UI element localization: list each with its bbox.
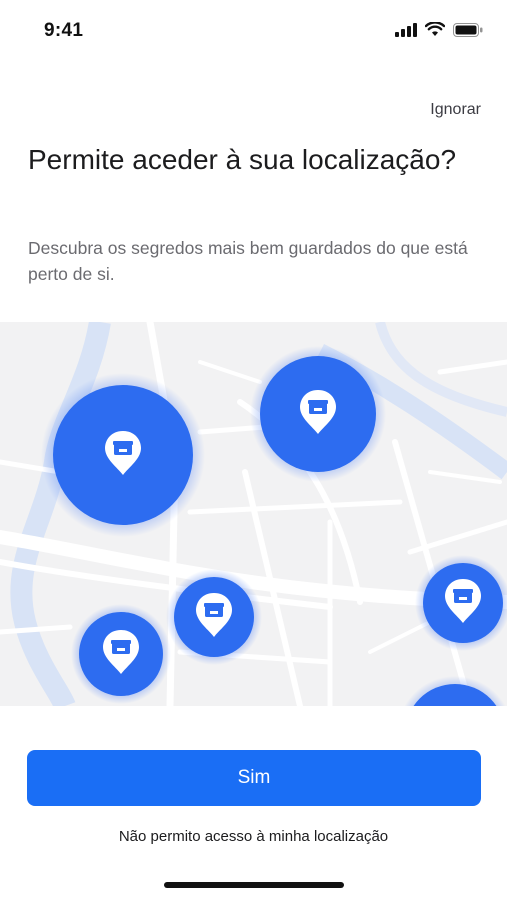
page-title: Permite aceder à sua localização? [28,144,457,175]
status-time: 9:41 [44,20,84,41]
map-marker-right [415,555,507,651]
deny-location-link[interactable]: Não permito acesso à minha localização [0,828,507,845]
map-marker-large [41,373,205,537]
map-marker-top [250,346,386,482]
map-graphic [0,322,507,706]
cellular-signal-icon [395,22,417,37]
allow-location-button[interactable]: Sim [27,750,481,806]
map-illustration [0,322,507,706]
status-icons [395,22,483,37]
page-subtitle: Descubra os segredos mais bem guardados … [28,238,468,284]
map-marker-middle [166,569,262,665]
wifi-icon [425,22,445,36]
map-marker-bottom-left [71,604,171,704]
home-indicator [164,882,344,888]
skip-link[interactable]: Ignorar [430,101,481,119]
status-bar: 9:41 [0,0,507,60]
map-marker-partial [404,676,506,706]
battery-icon [453,22,483,37]
